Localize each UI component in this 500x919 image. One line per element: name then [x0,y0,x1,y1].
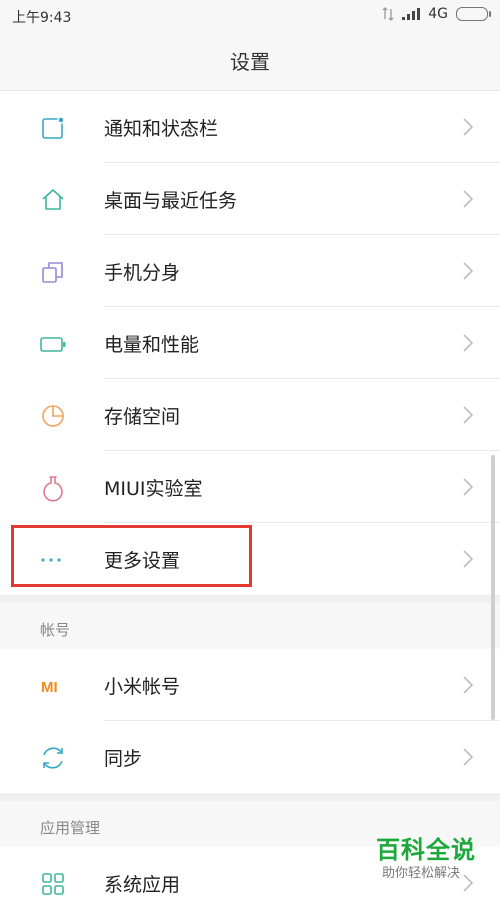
settings-item-label: 小米帐号 [104,675,181,698]
chevron-right-icon [463,406,474,424]
settings-item-label: 通知和状态栏 [104,117,219,140]
settings-item-mi-account[interactable]: MI 小米帐号 [0,649,500,721]
home-icon [42,189,64,210]
group-gap [0,793,500,801]
settings-item-battery[interactable]: 电量和性能 [0,307,500,379]
settings-item-storage[interactable]: 存储空间 [0,379,500,451]
battery-icon [456,7,491,21]
settings-item-label: 手机分身 [104,261,181,284]
mi-logo-icon: MI [41,679,58,696]
chevron-right-icon [463,334,474,352]
sync-icon [43,747,63,769]
settings-item-label: 同步 [104,747,143,770]
svg-text:MI: MI [41,679,58,696]
settings-item-sync[interactable]: 同步 [0,721,500,793]
battery-outline-icon [40,337,66,352]
watermark: 百科全说 助你轻松解决 [372,830,492,881]
settings-item-label: 桌面与最近任务 [104,189,238,212]
signal-icon [402,8,421,20]
section-header-label: 应用管理 [40,819,101,837]
status-icons: 4G [382,6,491,22]
chevron-right-icon [463,262,474,280]
settings-item-label: 存储空间 [104,405,181,428]
watermark-subtitle: 助你轻松解决 [382,866,461,881]
settings-item-label: MIUI实验室 [104,477,203,500]
page-title: 设置 [0,30,500,91]
chevron-right-icon [463,118,474,136]
settings-item-desktop[interactable]: 桌面与最近任务 [0,163,500,235]
pie-chart-icon [42,405,64,427]
chevron-right-icon [463,190,474,208]
status-time: 上午9:43 [12,10,72,26]
data-transfer-icon [382,7,394,21]
chevron-right-icon [463,748,474,766]
group-gap [0,595,500,603]
settings-item-notifications[interactable]: 通知和状态栏 [0,91,500,163]
notification-bar-icon [42,116,65,139]
section-header-account: 帐号 [0,603,500,649]
section-header-label: 帐号 [40,621,71,639]
dual-app-icon [42,262,63,283]
network-type: 4G [428,6,448,22]
chevron-right-icon [463,550,474,568]
status-bar: 上午9:43 4G [0,0,500,30]
flask-icon [43,476,63,502]
chevron-right-icon [463,676,474,694]
watermark-title: 百科全说 [376,836,476,864]
highlight-box [11,525,252,587]
settings-item-second-space[interactable]: 手机分身 [0,235,500,307]
chevron-right-icon [463,478,474,496]
app-grid-icon [42,873,64,895]
settings-list: 通知和状态栏 桌面与最近任务 手机分身 电量和性能 存储空间 MIUI实验室 更… [0,91,500,919]
settings-item-label: 系统应用 [104,873,181,896]
settings-item-label: 电量和性能 [104,333,200,356]
scrollbar[interactable] [491,455,495,720]
settings-item-miui-lab[interactable]: MIUI实验室 [0,451,500,523]
